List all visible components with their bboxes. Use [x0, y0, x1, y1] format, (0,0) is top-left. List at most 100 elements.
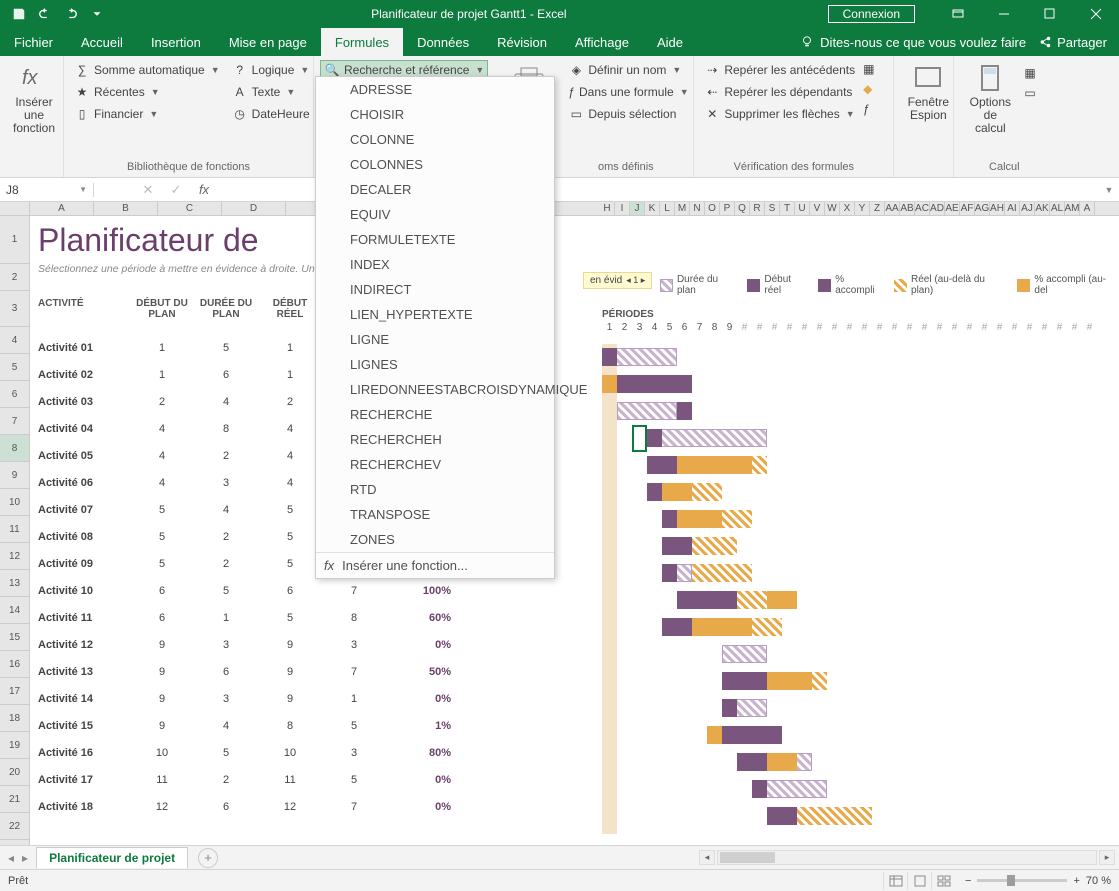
table-row[interactable]: Activité 106567100% [38, 577, 451, 604]
table-row[interactable]: Activité 13969750% [38, 658, 451, 685]
col-header[interactable]: AL [1050, 202, 1065, 215]
row-header[interactable]: 1 [0, 216, 29, 264]
define-name-button[interactable]: ◈Définir un nom▼ [564, 60, 687, 80]
row-header[interactable]: 6 [0, 381, 29, 408]
table-row[interactable]: Activité 11615860% [38, 604, 451, 631]
row-header[interactable]: 15 [0, 624, 29, 651]
page-layout-view-button[interactable] [907, 872, 931, 890]
fx-button[interactable]: fx [190, 182, 218, 197]
calc-sheet-icon[interactable]: ▭ [1024, 86, 1035, 100]
zoom-out-button[interactable]: − [965, 875, 971, 887]
menu-tab-insertion[interactable]: Insertion [137, 28, 215, 56]
menu-tab-mise en page[interactable]: Mise en page [215, 28, 321, 56]
dropdown-item[interactable]: RTD [316, 477, 554, 502]
col-header[interactable]: D [222, 202, 286, 215]
col-header[interactable]: J [630, 202, 645, 215]
col-header[interactable]: AA [885, 202, 900, 215]
col-header[interactable]: AI [1005, 202, 1020, 215]
dropdown-item[interactable]: DECALER [316, 177, 554, 202]
normal-view-button[interactable] [883, 872, 907, 890]
select-all-corner[interactable] [0, 202, 30, 215]
recent-button[interactable]: ★Récentes▼ [70, 82, 224, 102]
col-header[interactable]: AM [1065, 202, 1080, 215]
row-header[interactable]: 19 [0, 732, 29, 759]
sheet-tab[interactable]: Planificateur de projet [36, 847, 188, 868]
remove-arrows-button[interactable]: ✕Supprimer les flèches▼ [700, 104, 859, 124]
table-row[interactable]: Activité 1594851% [38, 712, 451, 739]
col-header[interactable]: M [675, 202, 690, 215]
hscroll-left[interactable]: ◂ [699, 850, 715, 865]
col-header[interactable]: AF [960, 202, 975, 215]
trace-precedents-button[interactable]: ⇢Repérer les antécédents [700, 60, 859, 80]
show-formulas-icon[interactable]: ▦ [863, 62, 874, 76]
financial-button[interactable]: ▯Financier▼ [70, 104, 224, 124]
undo-icon[interactable] [32, 2, 58, 26]
col-header[interactable]: A [1080, 202, 1095, 215]
dropdown-item[interactable]: RECHERCHEH [316, 427, 554, 452]
row-header[interactable]: 9 [0, 462, 29, 489]
col-header[interactable]: R [750, 202, 765, 215]
col-header[interactable]: AJ [1020, 202, 1035, 215]
col-header[interactable]: S [765, 202, 780, 215]
col-header[interactable]: A [30, 202, 94, 215]
add-sheet-button[interactable]: + [198, 848, 218, 868]
col-header[interactable]: AE [945, 202, 960, 215]
close-icon[interactable] [1073, 0, 1119, 28]
col-header[interactable]: U [795, 202, 810, 215]
row-header[interactable]: 13 [0, 570, 29, 597]
col-header[interactable]: T [780, 202, 795, 215]
evaluate-icon[interactable]: ƒ [863, 102, 874, 116]
row-header[interactable]: 2 [0, 264, 29, 291]
signin-button[interactable]: Connexion [828, 5, 915, 23]
col-header[interactable]: AD [930, 202, 945, 215]
dropdown-item[interactable]: INDIRECT [316, 277, 554, 302]
col-header[interactable]: H [600, 202, 615, 215]
zoom-in-button[interactable]: + [1073, 875, 1079, 887]
menu-tab-accueil[interactable]: Accueil [67, 28, 137, 56]
maximize-icon[interactable] [1027, 0, 1073, 28]
col-header[interactable]: C [158, 202, 222, 215]
dropdown-item[interactable]: LIEN_HYPERTEXTE [316, 302, 554, 327]
row-header[interactable]: 17 [0, 678, 29, 705]
row-header[interactable]: 16 [0, 651, 29, 678]
col-header[interactable]: Y [855, 202, 870, 215]
column-headers[interactable]: ABCDE HIJKLMNOPQRSTUVWXYZAAABACADAEAFAGA… [0, 202, 1119, 216]
row-header[interactable]: 18 [0, 705, 29, 732]
col-header[interactable]: AH [990, 202, 1005, 215]
insert-function-menu-item[interactable]: fx Insérer une fonction... [316, 552, 554, 578]
error-check-icon[interactable]: ◆ [863, 82, 874, 96]
row-header[interactable]: 20 [0, 759, 29, 786]
hscroll-thumb[interactable] [720, 852, 775, 863]
trace-dependents-button[interactable]: ⇠Repérer les dépendants [700, 82, 859, 102]
expand-formula-icon[interactable]: ▼ [1099, 185, 1119, 195]
col-header[interactable]: AC [915, 202, 930, 215]
qat-customize-icon[interactable] [84, 2, 110, 26]
tell-me[interactable]: Dites-nous ce que vous voulez faire [800, 28, 1026, 56]
row-header[interactable]: 8 [0, 435, 29, 462]
calc-options-button[interactable]: Options de calcul [960, 60, 1020, 161]
table-row[interactable]: Activité 171121150% [38, 766, 451, 793]
dropdown-item[interactable]: FORMULETEXTE [316, 227, 554, 252]
row-header[interactable]: 5 [0, 354, 29, 381]
table-row[interactable]: Activité 1493910% [38, 685, 451, 712]
hscroll-right[interactable]: ▸ [1099, 850, 1115, 865]
col-header[interactable]: P [720, 202, 735, 215]
row-header[interactable]: 12 [0, 543, 29, 570]
enter-formula-button[interactable]: ✓ [162, 182, 190, 198]
col-header[interactable]: B [94, 202, 158, 215]
dropdown-item[interactable]: INDEX [316, 252, 554, 277]
col-header[interactable]: Z [870, 202, 885, 215]
col-header[interactable]: O [705, 202, 720, 215]
row-header[interactable]: 4 [0, 327, 29, 354]
menu-tab-données[interactable]: Données [403, 28, 483, 56]
col-header[interactable]: V [810, 202, 825, 215]
row-header[interactable]: 14 [0, 597, 29, 624]
sheet-nav[interactable]: ◂▸ [0, 851, 36, 865]
dropdown-item[interactable]: COLONNES [316, 152, 554, 177]
col-header[interactable]: L [660, 202, 675, 215]
from-selection-button[interactable]: ▭Depuis sélection [564, 104, 687, 124]
name-box[interactable]: J8 ▼ [0, 183, 94, 197]
dropdown-item[interactable]: CHOISIR [316, 102, 554, 127]
dropdown-item[interactable]: TRANSPOSE [316, 502, 554, 527]
save-icon[interactable] [6, 2, 32, 26]
